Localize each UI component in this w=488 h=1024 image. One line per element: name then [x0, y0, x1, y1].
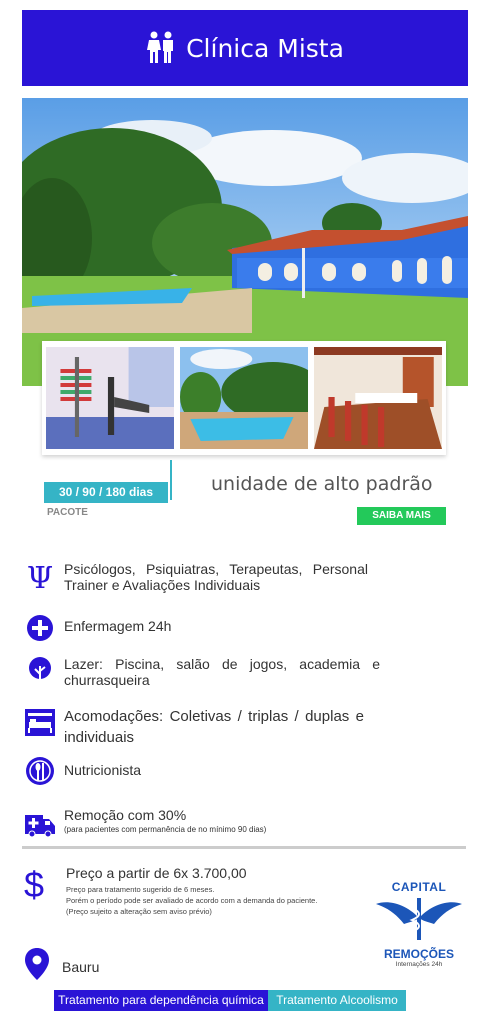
feature-text: Enfermagem 24h [64, 618, 172, 634]
cutlery-icon [24, 755, 56, 787]
feature-text: Psicólogos, Psiquiatras, Terapeutas, Per… [64, 561, 368, 593]
price-note: (Preço sujeito a alteração sem aviso pré… [66, 907, 212, 916]
dining-photo [314, 347, 442, 449]
logo-line3: Internações 24h [395, 961, 443, 968]
psi-icon: Ψ [24, 561, 56, 596]
pool-photo [180, 347, 308, 449]
feature-removal: Remoção com 30% (para pacientes com perm… [24, 807, 266, 839]
feature-subnote: (para pacientes com permanência de no mí… [64, 825, 267, 834]
feature-text: Nutricionista [64, 762, 142, 778]
wings-caduceus-icon [376, 898, 462, 940]
restroom-icon [146, 31, 176, 65]
plus-circle-icon [24, 612, 56, 644]
price-main: Preço a partir de 6x 3.700,00 [66, 865, 247, 881]
logo-line2: REMOÇÕES [383, 947, 454, 961]
ambulance-icon [24, 807, 56, 839]
price-note: Porém o período pode ser avaliado de aco… [66, 896, 318, 905]
feature-nursing: Enfermagem 24h [24, 612, 171, 644]
saiba-mais-button[interactable]: SAIBA MAIS [357, 507, 446, 525]
feature-text: Remoção com 30% (para pacientes com perm… [64, 807, 266, 835]
photo-gallery [42, 341, 446, 455]
gym-photo [46, 347, 174, 449]
dollar-icon: $ [24, 864, 45, 905]
tree-icon [24, 656, 56, 688]
city-name: Bauru [62, 958, 100, 975]
feature-title: Remoção com 30% [64, 807, 187, 823]
tag-dependencia: Tratamento para dependência química [54, 990, 268, 1011]
logo-line1: CAPITAL [391, 880, 447, 894]
feature-professionals: Ψ Psicólogos, Psiquiatras, Terapeutas, P… [24, 561, 368, 596]
location: Bauru [24, 947, 99, 986]
tag-alcoolismo: Tratamento Alcoolismo [268, 990, 406, 1011]
package-badge: 30 / 90 / 180 dias [44, 482, 168, 503]
price-note: Preço para tratamento sugerido de 6 mese… [66, 885, 215, 894]
package-label: PACOTE [47, 507, 88, 518]
capital-remocoes-logo: CAPITAL REMOÇÕES Internações 24h [372, 880, 466, 968]
feature-leisure: Lazer: Piscina, salão de jogos, academia… [24, 656, 380, 688]
map-pin-icon [24, 947, 50, 986]
bed-icon [24, 706, 56, 738]
vertical-divider [170, 460, 172, 500]
feature-text: Lazer: Piscina, salão de jogos, academia… [64, 656, 380, 688]
page-title: Clínica Mista [186, 33, 344, 63]
horizontal-divider [22, 846, 466, 849]
svg-text:Ψ: Ψ [27, 561, 53, 593]
header-banner: Clínica Mista [22, 10, 468, 86]
feature-accommodations: Acomodações: Coletivas / triplas / dupla… [24, 706, 364, 748]
price-block: $ Preço a partir de 6x 3.700,00 Preço pa… [24, 865, 317, 917]
feature-text: Acomodações: Coletivas / triplas / dupla… [64, 708, 364, 746]
unit-tagline: unidade de alto padrão [211, 473, 433, 495]
feature-nutrition: Nutricionista [24, 755, 141, 787]
